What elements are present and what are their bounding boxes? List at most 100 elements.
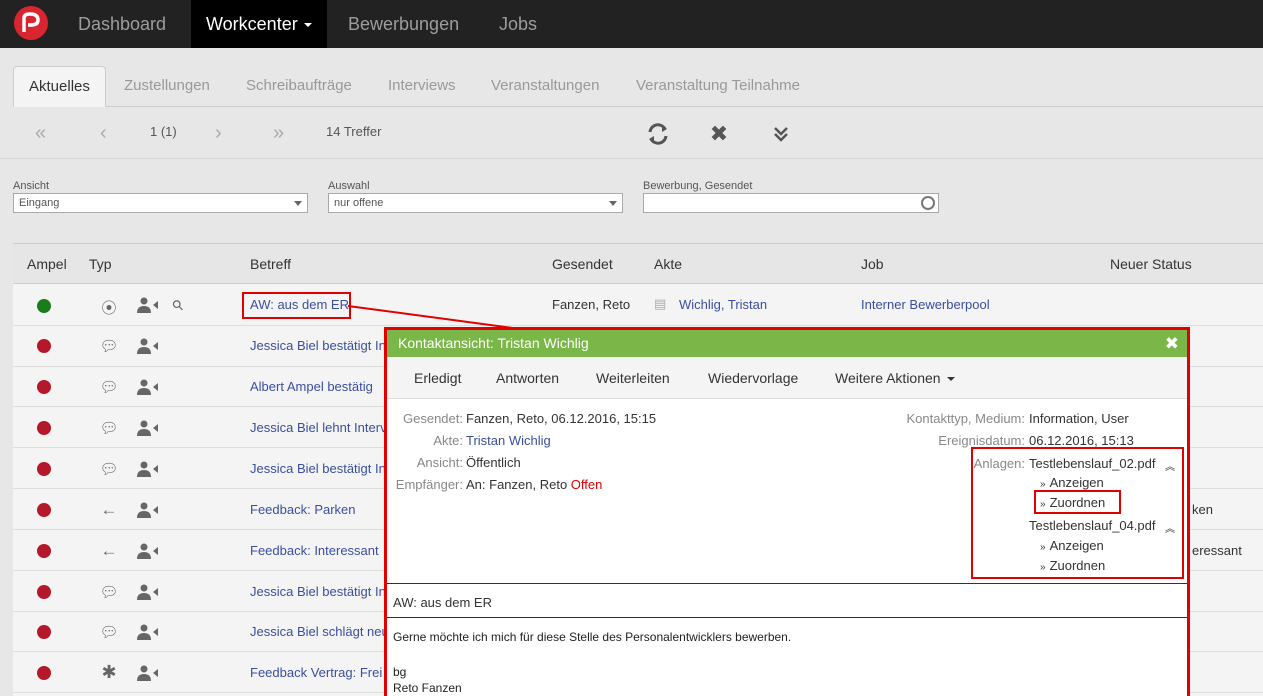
tab-zustellungen[interactable]: Zustellungen xyxy=(109,66,225,107)
person-forward-icon xyxy=(137,584,158,600)
asterisk-icon: ✱ xyxy=(101,662,117,682)
row-betreff-link[interactable]: Jessica Biel schlägt neu xyxy=(250,624,389,639)
filter-ansicht-select[interactable]: Eingang xyxy=(13,193,308,213)
col-neuer-status[interactable]: Neuer Status xyxy=(1110,256,1192,272)
dropdown-arrow-icon xyxy=(609,201,617,206)
dropdown-arrow-icon xyxy=(294,201,302,206)
field-gesendet-value: Fanzen, Reto, 06.12.2016, 15:15 xyxy=(466,411,657,426)
table-header xyxy=(13,244,1263,284)
row-betreff-link[interactable]: Jessica Biel bestätigt In xyxy=(250,584,386,599)
row-betreff-link[interactable]: Jessica Biel bestätigt In xyxy=(250,461,386,476)
row-gesendet: Fanzen, Reto xyxy=(552,297,631,312)
filter-ansicht-label: Ansicht xyxy=(13,180,50,192)
row-betreff-link[interactable]: Jessica Biel lehnt Interv xyxy=(250,420,387,435)
person-forward-icon xyxy=(137,461,158,477)
message-subject: AW: aus dem ER xyxy=(393,595,492,610)
person-forward-icon xyxy=(137,665,158,681)
comment-icon: 💬︎ xyxy=(99,624,119,641)
tab-interviews[interactable]: Interviews xyxy=(373,66,471,107)
row-betreff-link[interactable]: Feedback: Interessant xyxy=(250,543,379,558)
field-ereignisdatum-value: 06.12.2016, 15:13 xyxy=(1029,433,1134,448)
row-betreff-link[interactable]: Feedback Vertrag: Frei xyxy=(250,665,382,680)
col-betreff[interactable]: Betreff xyxy=(250,256,291,272)
pager-toolbar: « ‹ 1 (1) › » 14 Treffer ✖ xyxy=(0,107,1263,159)
tab-schreibauftraege[interactable]: Schreibaufträge xyxy=(231,66,367,107)
nav-workcenter[interactable]: Workcenter xyxy=(191,0,327,48)
row-betreff-link[interactable]: Jessica Biel bestätigt In xyxy=(250,338,386,353)
expand-down-icon[interactable] xyxy=(768,121,794,147)
field-empfaenger-label: Empfänger: xyxy=(395,477,463,492)
person-forward-icon xyxy=(137,543,158,559)
row-betreff-link[interactable]: Albert Ampel bestätig xyxy=(250,379,373,394)
nav-jobs[interactable]: Jobs xyxy=(484,0,552,48)
hit-count: 14 Treffer xyxy=(326,124,382,139)
last-page-icon[interactable]: » xyxy=(273,107,284,159)
tab-aktuelles[interactable]: Aktuelles xyxy=(13,66,106,107)
next-page-icon[interactable]: › xyxy=(215,107,222,159)
ampel-red-icon xyxy=(37,503,51,517)
person-forward-icon xyxy=(137,338,158,354)
first-page-icon[interactable]: « xyxy=(35,107,46,159)
ampel-red-icon xyxy=(37,462,51,476)
field-ereignisdatum-label: Ereignisdatum: xyxy=(938,433,1025,448)
erledigt-button[interactable]: Erledigt xyxy=(414,370,461,386)
person-forward-icon xyxy=(137,297,158,313)
col-gesendet[interactable]: Gesendet xyxy=(552,256,613,272)
clear-filter-icon[interactable]: ✖ xyxy=(706,121,732,147)
field-kontakttyp-label: Kontakttyp, Medium: xyxy=(906,411,1026,426)
row-betreff-link[interactable]: Feedback: Parken xyxy=(250,502,356,517)
search-icon[interactable] xyxy=(921,196,935,210)
weitere-aktionen-dropdown[interactable]: Weitere Aktionen xyxy=(835,370,955,386)
recipient-name: An: Fanzen, Reto xyxy=(466,477,568,492)
col-typ[interactable]: Typ xyxy=(89,256,112,272)
refresh-icon[interactable] xyxy=(645,121,671,147)
close-icon[interactable]: ✖ xyxy=(1165,330,1179,357)
ampel-red-icon xyxy=(37,666,51,680)
ampel-red-icon xyxy=(37,625,51,639)
highlight-box xyxy=(242,292,351,319)
comment-icon: 💬︎ xyxy=(99,461,119,478)
antworten-button[interactable]: Antworten xyxy=(496,370,559,386)
nav-bewerbungen[interactable]: Bewerbungen xyxy=(333,0,474,48)
comment-icon: 💬︎ xyxy=(99,584,119,601)
row-akte-link[interactable]: Wichlig, Tristan xyxy=(679,297,767,312)
filter-bewerbung-input[interactable] xyxy=(643,193,939,213)
filter-auswahl-select[interactable]: nur offene xyxy=(328,193,623,213)
row-status: ken xyxy=(1192,502,1213,517)
col-ampel[interactable]: Ampel xyxy=(27,256,67,272)
modal-title: Kontaktansicht: Tristan Wichlig xyxy=(398,335,589,351)
tab-bar: Aktuelles Zustellungen Schreibaufträge I… xyxy=(0,48,1263,108)
row-status: eressant xyxy=(1192,543,1242,558)
modal-header: Kontaktansicht: Tristan Wichlig ✖ xyxy=(387,330,1187,357)
field-ansicht-value: Öffentlich xyxy=(466,455,521,470)
field-empfaenger-value: An: Fanzen, Reto Offen xyxy=(466,477,602,492)
tab-veranstaltungen[interactable]: Veranstaltungen xyxy=(476,66,614,107)
col-akte[interactable]: Akte xyxy=(654,256,682,272)
nav-dashboard[interactable]: Dashboard xyxy=(63,0,181,48)
tab-veranstaltung-teilnahme[interactable]: Veranstaltung Teilnahme xyxy=(621,66,815,107)
comment-icon: 💬︎ xyxy=(99,420,119,437)
message-body-line: Gerne möchte ich mich für diese Stelle d… xyxy=(393,630,792,644)
person-forward-icon xyxy=(137,624,158,640)
ampel-green-icon xyxy=(37,299,51,313)
col-job[interactable]: Job xyxy=(861,256,884,272)
ampel-red-icon xyxy=(37,421,51,435)
person-forward-icon xyxy=(137,420,158,436)
chevron-down-icon xyxy=(946,377,955,382)
weitere-aktionen-label: Weitere Aktionen xyxy=(835,370,941,386)
arrow-left-icon: ← xyxy=(100,500,118,519)
brand-logo-icon[interactable] xyxy=(14,6,48,40)
message-body-line: Reto Fanzen xyxy=(393,681,462,695)
filter-bewerbung-label: Bewerbung, Gesendet xyxy=(643,180,753,192)
contact-view-modal: Kontaktansicht: Tristan Wichlig ✖ Erledi… xyxy=(384,327,1190,696)
nav-workcenter-label: Workcenter xyxy=(206,14,298,34)
modal-toolbar: Erledigt Antworten Weiterleiten Wiedervo… xyxy=(387,357,1187,399)
field-akte-link[interactable]: Tristan Wichlig xyxy=(466,433,551,448)
ampel-red-icon xyxy=(37,544,51,558)
wiedervorlage-button[interactable]: Wiedervorlage xyxy=(708,370,798,386)
row-job-link[interactable]: Interner Bewerberpool xyxy=(861,297,990,312)
prev-page-icon[interactable]: ‹ xyxy=(100,107,107,159)
target-icon: ⦿ xyxy=(101,300,117,317)
field-akte-label: Akte: xyxy=(433,433,463,448)
weiterleiten-button[interactable]: Weiterleiten xyxy=(596,370,670,386)
